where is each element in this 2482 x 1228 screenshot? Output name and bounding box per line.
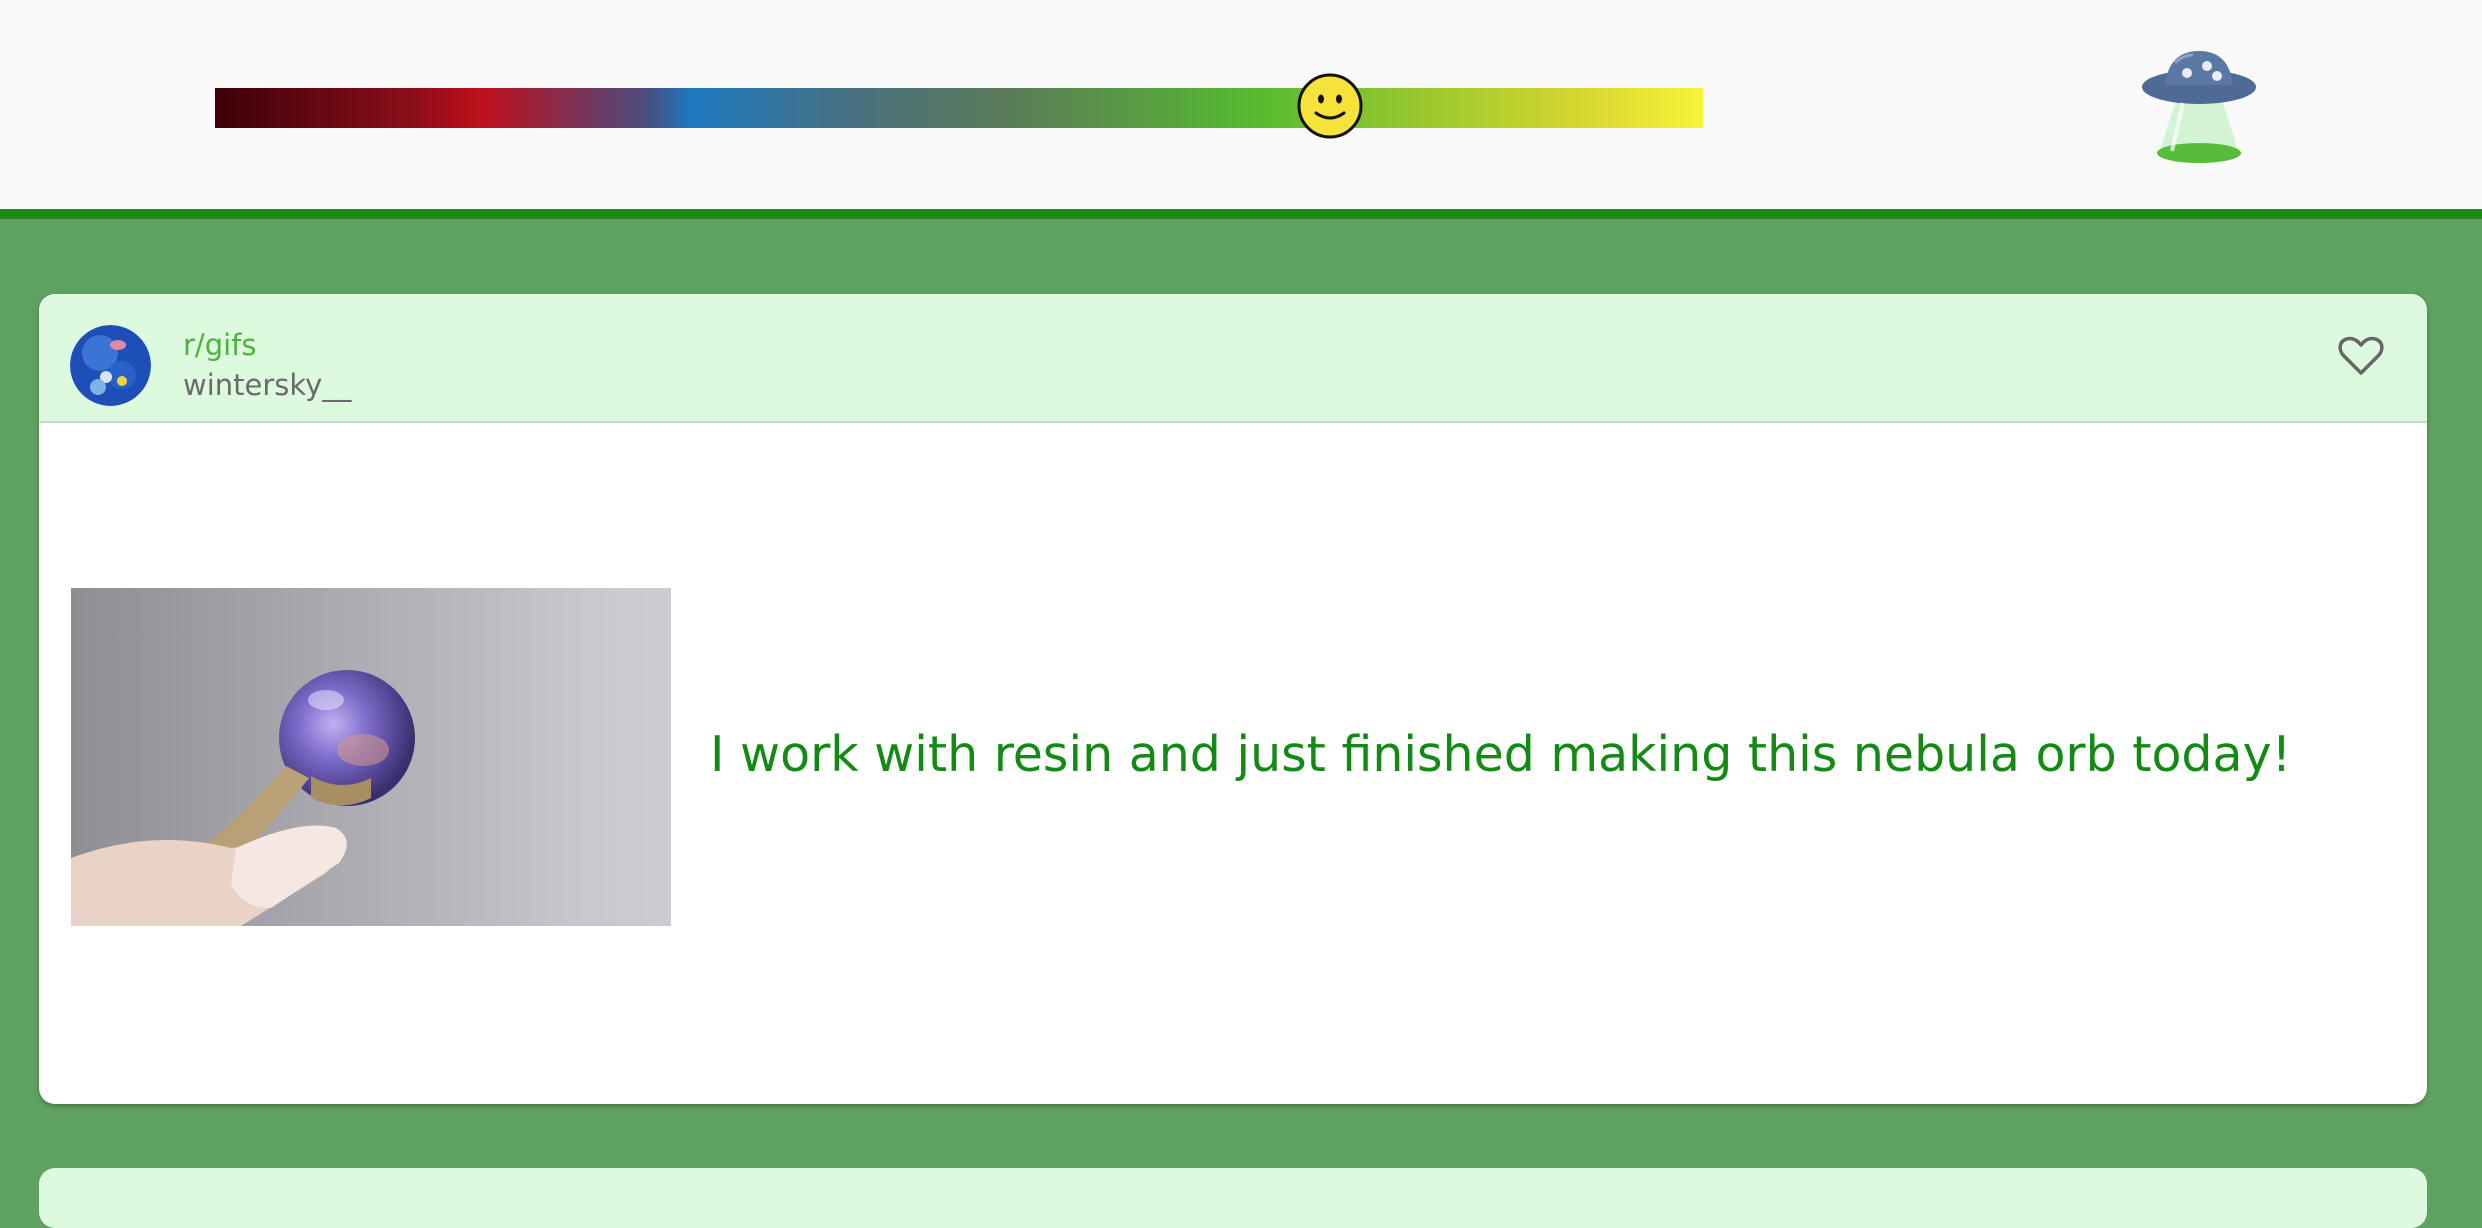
mood-slider-track[interactable] xyxy=(215,88,1703,128)
post-card[interactable]: r/gifs wintersky__ I work with resin and… xyxy=(39,294,2427,1104)
author-name[interactable]: wintersky__ xyxy=(183,368,351,402)
subreddit-link[interactable]: r/gifs xyxy=(183,328,256,362)
avatar[interactable] xyxy=(70,325,151,406)
post-header: r/gifs wintersky__ xyxy=(39,294,2427,423)
post-thumbnail[interactable] xyxy=(71,588,671,926)
ufo-icon[interactable] xyxy=(2139,45,2259,167)
smiley-face-icon[interactable] xyxy=(1297,73,1363,139)
heart-outline-icon[interactable] xyxy=(2338,335,2384,377)
post-title[interactable]: I work with resin and just finished maki… xyxy=(710,725,2390,785)
next-post-card[interactable] xyxy=(39,1168,2427,1228)
top-bar xyxy=(0,0,2482,219)
